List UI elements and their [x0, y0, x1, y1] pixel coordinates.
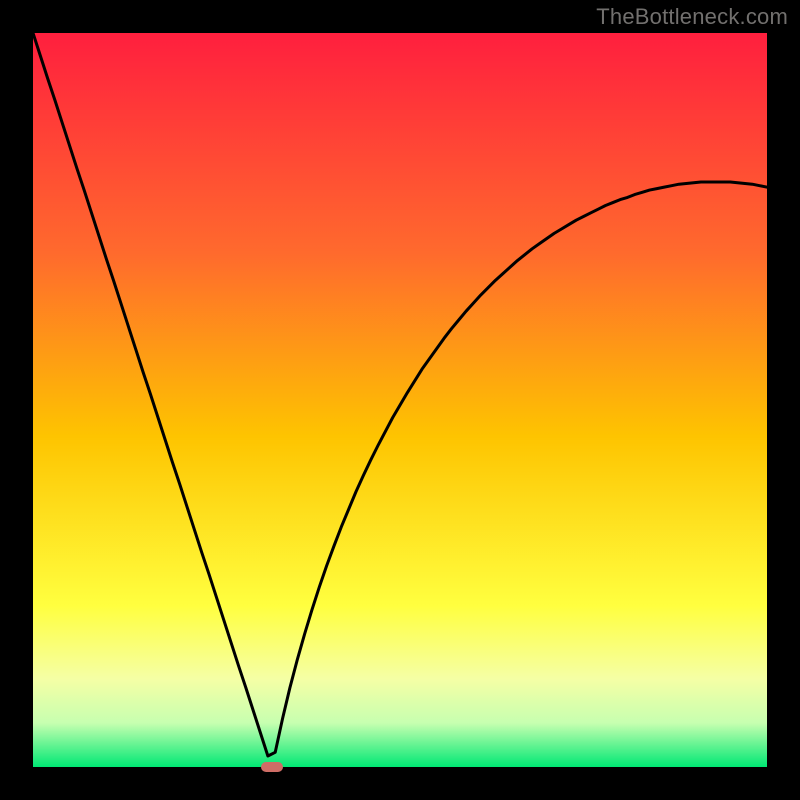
- gradient-background: [33, 33, 767, 767]
- chart-frame: TheBottleneck.com: [0, 0, 800, 800]
- attribution-text: TheBottleneck.com: [596, 4, 788, 30]
- plot-area: [33, 33, 767, 767]
- bottleneck-curve-plot: [33, 33, 767, 767]
- minimum-marker: [261, 762, 283, 772]
